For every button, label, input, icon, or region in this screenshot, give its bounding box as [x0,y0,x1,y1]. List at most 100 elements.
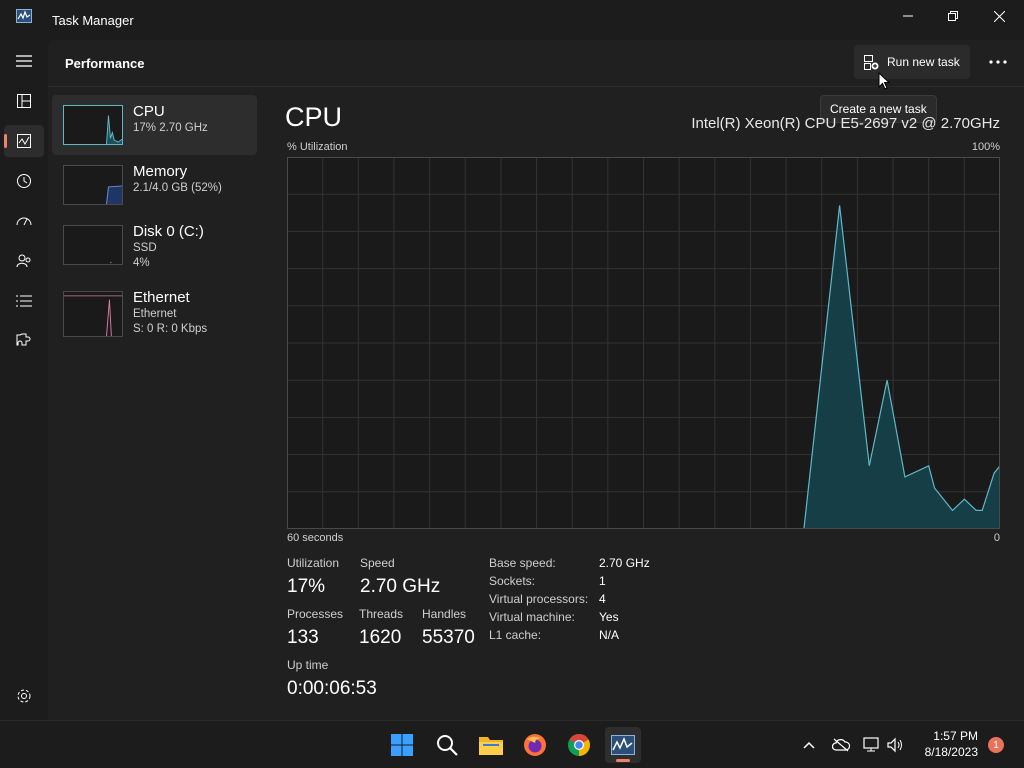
search-icon [437,735,458,756]
services-icon [16,333,31,346]
settings-icon [17,689,31,703]
window-title: Task Manager [52,13,134,28]
processes-label: Processes [287,607,344,621]
l1-cache-label: L1 cache: [489,628,542,642]
threads-value: 1620 [359,627,402,648]
show-hidden-icons-button[interactable] [798,734,820,756]
l1-cache-value: N/A [599,628,620,642]
navigation-rail [0,40,48,720]
ethernet-name: Ethernet [133,289,190,306]
uptime-value: 0:00:06:53 [287,678,377,699]
ethernet-adapter: Ethernet [133,308,177,320]
nav-users[interactable] [4,245,44,277]
disk-type: SSD [133,242,157,254]
task-manager-icon [611,735,635,755]
processes-value: 133 [287,627,319,648]
min-axis-label: 0 [993,532,1000,544]
restore-icon [948,11,958,21]
cpu-title: CPU [285,102,343,132]
resource-cpu[interactable]: CPU 17% 2.70 GHz [52,95,257,155]
max-axis-label: 100% [971,141,1000,153]
mouse-pointer-icon [878,72,890,90]
virtual-machine-value: Yes [599,610,619,624]
nav-services[interactable] [4,325,44,357]
disk-name: Disk 0 (C:) [133,223,204,240]
chrome-button[interactable] [561,727,597,763]
chrome-icon [568,734,590,756]
handles-label: Handles [422,607,467,621]
cpu-model: Intel(R) Xeon(R) CPU E5-2697 v2 @ 2.70GH… [691,115,1000,132]
minimize-button[interactable] [885,0,931,32]
network-button[interactable] [861,734,883,756]
performance-icon [17,134,31,148]
restore-button[interactable] [930,0,976,32]
firefox-button[interactable] [517,727,553,763]
processes-icon [17,94,31,108]
task-manager-taskbar-button[interactable] [605,727,641,763]
more-options-button[interactable] [978,45,1018,79]
folder-icon [479,737,503,755]
disk-thumbnail [63,225,123,265]
file-explorer-button[interactable] [473,727,509,763]
menu-icon [16,55,32,67]
app-history-icon [17,174,31,188]
sockets-label: Sockets: [489,574,536,588]
nav-settings[interactable] [4,680,44,712]
resource-memory[interactable]: Memory 2.1/4.0 GB (52%) [52,155,257,215]
utilization-value: 17% [287,576,326,597]
details-icon [16,295,32,307]
network-icon [863,737,879,752]
sockets-value: 1 [599,574,606,588]
cpu-utilization-graph [287,157,1000,529]
speed-label: Speed [360,556,395,570]
volume-button[interactable] [885,734,907,756]
base-speed-value: 2.70 GHz [599,556,650,570]
task-manager-icon [16,9,32,23]
windows-start-icon [391,734,413,756]
clock-time: 1:57 PM [933,729,978,743]
handles-value: 55370 [422,627,475,648]
title-bar: Task Manager [0,0,1024,40]
run-new-task-label: Run new task [887,55,960,69]
search-button[interactable] [429,727,465,763]
notification-badge[interactable]: 1 [988,737,1004,753]
users-icon [16,254,31,268]
utilization-axis-label: % Utilization [287,141,348,153]
taskbar: 1:57 PM 8/18/2023 1 [0,720,1024,768]
run-new-task-icon [864,54,879,70]
nav-app-history[interactable] [4,165,44,197]
nav-processes[interactable] [4,85,44,117]
cpu-name: CPU [133,103,165,120]
nav-performance[interactable] [4,125,44,157]
startup-apps-icon [16,217,32,226]
firefox-icon [524,734,546,756]
close-icon [993,10,1005,22]
cpu-summary: 17% 2.70 GHz [133,122,208,134]
memory-thumbnail [63,165,123,205]
resource-disk[interactable]: Disk 0 (C:) SSD 4% [52,215,257,275]
nav-startup-apps[interactable] [4,205,44,237]
speed-value: 2.70 GHz [360,576,441,597]
page-title: Performance [65,56,145,71]
memory-name: Memory [133,163,188,180]
run-new-task-button[interactable]: Run new task [854,45,970,79]
uptime-label: Up time [287,658,329,672]
main-content: Performance Run new task Create a new ta… [48,40,1024,720]
start-button[interactable] [384,727,420,763]
resource-ethernet[interactable]: Ethernet Ethernet S: 0 R: 0 Kbps [52,281,257,341]
virtual-processors-label: Virtual processors: [489,592,589,606]
clock-date: 8/18/2023 [924,745,978,759]
minimize-icon [903,15,913,17]
onedrive-button[interactable] [830,734,852,756]
cpu-thumbnail [63,105,123,145]
base-speed-label: Base speed: [489,556,556,570]
volume-icon [887,737,902,753]
cloud-offline-icon [832,738,850,752]
threads-label: Threads [359,607,404,621]
time-axis-label: 60 seconds [287,532,344,544]
nav-menu-button[interactable] [4,45,44,77]
ethernet-thumbnail [63,291,123,337]
close-button[interactable] [976,0,1022,32]
nav-details[interactable] [4,285,44,317]
clock[interactable]: 1:57 PM 8/18/2023 [906,728,978,760]
